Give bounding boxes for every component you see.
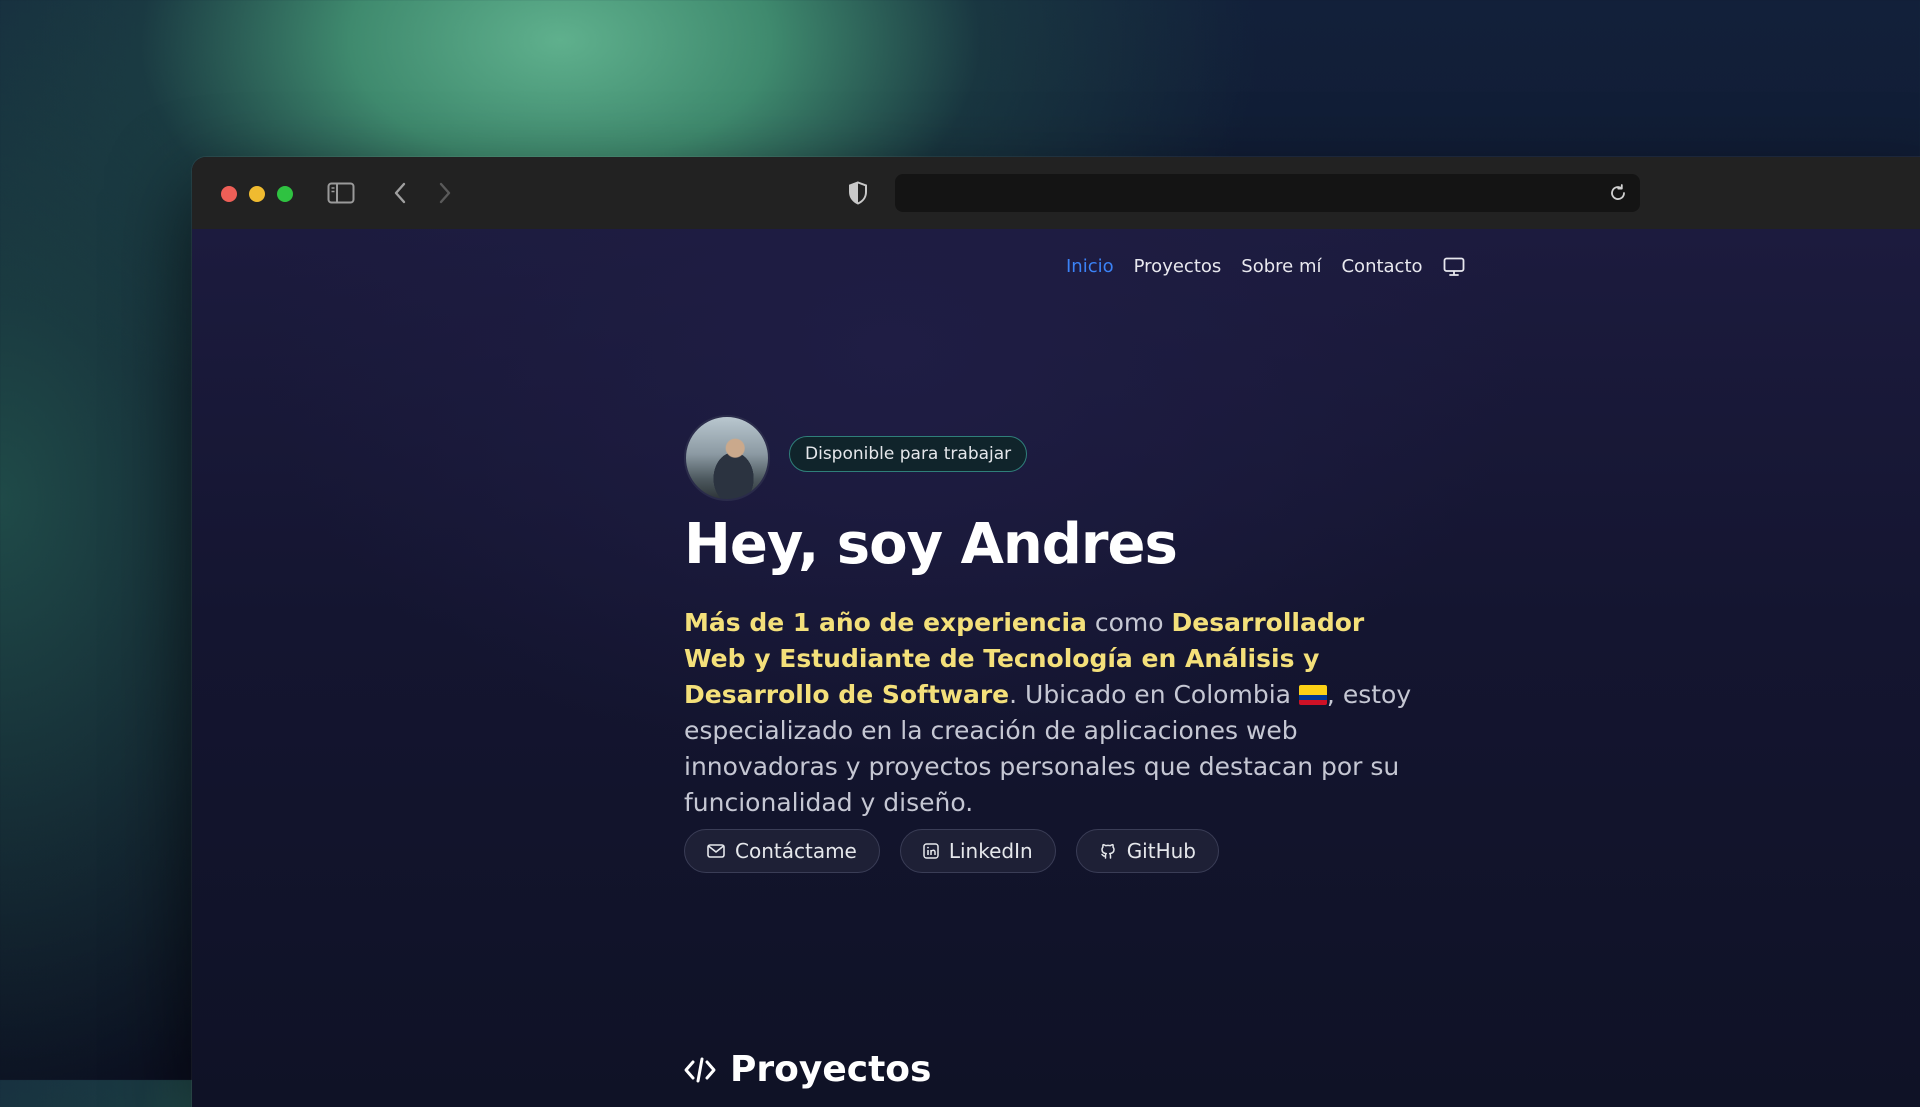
sidebar-toggle-icon[interactable] xyxy=(326,181,356,205)
github-button-label: GitHub xyxy=(1126,839,1196,863)
shield-icon[interactable] xyxy=(846,180,870,206)
hero-text-part: . Ubicado en Colombia xyxy=(1009,680,1299,709)
browser-window: Inicio Proyectos Sobre mí Contacto Dispo… xyxy=(192,157,1920,1107)
chevron-left-icon[interactable] xyxy=(388,181,412,205)
hero-description: Más de 1 año de experiencia como Desarro… xyxy=(684,605,1424,821)
monitor-icon[interactable] xyxy=(1443,257,1465,277)
projects-title-label: Proyectos xyxy=(730,1049,932,1090)
maximize-window-button[interactable] xyxy=(277,186,293,202)
reload-icon[interactable] xyxy=(1608,183,1628,203)
experience-highlight: Más de 1 año de experiencia xyxy=(684,608,1087,637)
hero-buttons: Contáctame LinkedIn GitHub xyxy=(684,829,1219,873)
availability-badge: Disponible para trabajar xyxy=(789,436,1028,472)
linkedin-button[interactable]: LinkedIn xyxy=(899,829,1056,873)
address-bar[interactable] xyxy=(895,174,1640,212)
projects-section-title: Proyectos xyxy=(684,1049,931,1090)
mail-icon xyxy=(707,843,725,859)
code-icon xyxy=(684,1056,716,1084)
chevron-right-icon[interactable] xyxy=(433,181,457,205)
nav-item-inicio[interactable]: Inicio xyxy=(1066,256,1114,277)
close-window-button[interactable] xyxy=(221,186,237,202)
contact-button[interactable]: Contáctame xyxy=(684,829,880,873)
github-button[interactable]: GitHub xyxy=(1075,829,1219,873)
minimize-window-button[interactable] xyxy=(249,186,265,202)
hero-text-part: como xyxy=(1086,608,1172,637)
linkedin-button-label: LinkedIn xyxy=(948,839,1033,863)
main-nav: Inicio Proyectos Sobre mí Contacto xyxy=(1066,256,1465,277)
browser-toolbar xyxy=(192,157,1920,230)
avatar xyxy=(684,415,770,501)
contact-button-label: Contáctame xyxy=(735,839,857,863)
hero-title: Hey, soy Andres xyxy=(684,512,1178,577)
colombia-flag-icon xyxy=(1298,685,1327,705)
github-icon xyxy=(1099,842,1117,860)
nav-item-contacto[interactable]: Contacto xyxy=(1341,256,1422,277)
page-content: Inicio Proyectos Sobre mí Contacto Dispo… xyxy=(192,229,1920,1107)
nav-item-proyectos[interactable]: Proyectos xyxy=(1134,256,1222,277)
nav-item-sobre-mi[interactable]: Sobre mí xyxy=(1241,256,1321,277)
linkedin-icon xyxy=(923,843,939,859)
